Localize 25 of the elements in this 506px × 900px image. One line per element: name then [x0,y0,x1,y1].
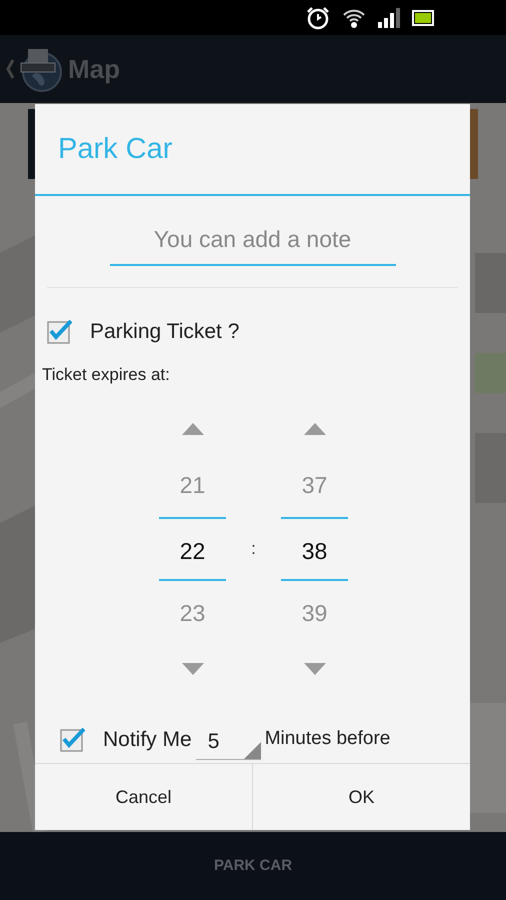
signal-icon [378,8,400,28]
alarm-clock-icon [306,6,330,30]
dialog-button[interactable]: Cancel [35,764,252,830]
app-logo-icon[interactable] [18,46,64,92]
up-arrow-icon[interactable] [182,423,204,435]
down-arrow-icon[interactable] [304,663,326,675]
selected-time-value[interactable]: 38 [281,517,348,581]
expires-label: Ticket expires at: [42,364,171,386]
notify-label: Notify Me [103,726,192,753]
selected-time-value[interactable]: 22 [159,517,226,581]
back-icon[interactable] [6,59,14,79]
up-arrow-icon[interactable] [304,423,326,435]
checkbox[interactable] [47,319,72,344]
parking-ticket-label: Parking Ticket ? [90,319,240,345]
dialog-title: Park Car [35,104,470,196]
dialog-button[interactable]: OK [252,764,470,830]
checkbox[interactable] [60,727,85,752]
minutes-suffix-label: Minutes before [264,727,390,752]
battery-icon [412,10,434,26]
screen-title: Map [68,52,120,86]
down-arrow-icon[interactable] [182,663,204,675]
note-field[interactable]: You can add a note [110,214,396,266]
caret-icon [244,742,261,759]
time-separator: : [250,538,257,560]
minutes-dropdown[interactable]: 5 [196,725,261,760]
